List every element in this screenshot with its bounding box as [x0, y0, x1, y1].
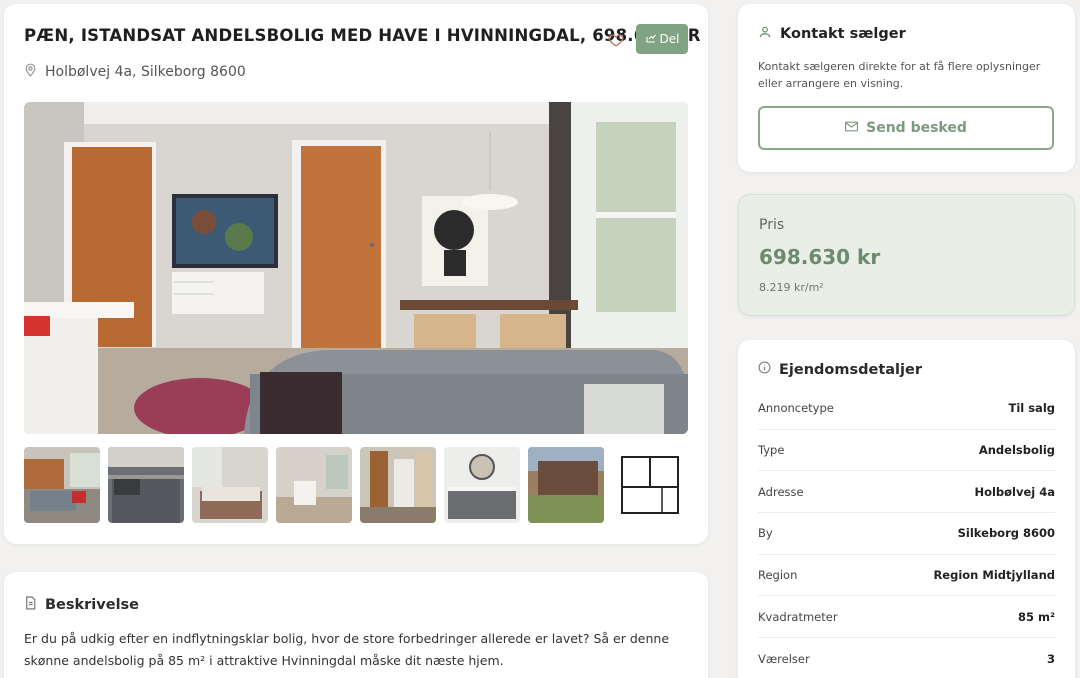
info-icon [758, 361, 771, 378]
detail-value: Silkeborg 8600 [957, 526, 1055, 541]
detail-row-rooms: Værelser 3 [758, 638, 1055, 678]
detail-value: Andelsbolig [978, 443, 1055, 458]
thumbnail-bedroom[interactable] [192, 447, 268, 523]
listing-card: PÆN, ISTANDSAT ANDELSBOLIG MED HAVE I HV… [4, 4, 708, 544]
thumbnail-kitchen[interactable] [108, 447, 184, 523]
detail-row-address: Adresse Holbølvej 4a [758, 471, 1055, 514]
thumbnail-garden[interactable] [528, 447, 604, 523]
description-text: Er du på udkig efter en indflytningsklar… [24, 631, 670, 668]
description-title: Beskrivelse [45, 597, 140, 613]
thumbnail-room[interactable] [276, 447, 352, 523]
detail-row-city: By Silkeborg 8600 [758, 513, 1055, 555]
price-value: 698.630 kr [759, 245, 881, 269]
thumbnail-bathroom[interactable] [444, 447, 520, 523]
detail-key: Region [758, 568, 798, 583]
send-message-label: Send besked [866, 120, 967, 136]
contact-heading: Kontakt sælger [758, 25, 906, 43]
thumbnail-living-room[interactable] [24, 447, 100, 523]
location-pin-icon [24, 62, 37, 81]
price-card: Pris 698.630 kr 8.219 kr/m² [738, 194, 1075, 316]
detail-key: Adresse [758, 484, 804, 499]
detail-key: Kvadratmeter [758, 609, 838, 624]
detail-value: Region Midtjylland [933, 568, 1055, 583]
detail-row-region: Region Region Midtjylland [758, 555, 1055, 597]
main-photo[interactable] [24, 102, 688, 434]
document-icon [24, 596, 37, 614]
price-label: Pris [759, 217, 785, 233]
details-title: Ejendomsdetaljer [779, 361, 922, 378]
property-details-card: Ejendomsdetaljer Annoncetype Til salg Ty… [738, 340, 1075, 678]
share-icon [645, 32, 657, 47]
detail-key: Værelser [758, 651, 810, 666]
detail-key: By [758, 526, 773, 541]
detail-value: 3 [1046, 651, 1055, 666]
thumbnail-strip [24, 447, 688, 523]
contact-title: Kontakt sælger [780, 26, 906, 42]
detail-value: Til salg [1008, 401, 1055, 416]
address-text: Holbølvej 4a, Silkeborg 8600 [45, 63, 246, 80]
detail-key: Annoncetype [758, 401, 834, 416]
details-heading: Ejendomsdetaljer [758, 361, 922, 378]
user-icon [758, 25, 772, 43]
contact-description: Kontakt sælgeren direkte for at få flere… [758, 60, 1041, 90]
details-list: Annoncetype Til salg Type Andelsbolig Ad… [758, 388, 1055, 678]
share-button[interactable]: Del [636, 24, 688, 54]
contact-card: Kontakt sælger Kontakt sælgeren direkte … [738, 4, 1075, 172]
description-heading: Beskrivelse [24, 596, 139, 614]
detail-value: 85 m² [1017, 609, 1055, 624]
listing-address: Holbølvej 4a, Silkeborg 8600 [24, 62, 246, 81]
detail-key: Type [758, 443, 785, 458]
description-card: Beskrivelse Er du på udkig efter en indf… [4, 572, 708, 678]
detail-row-area: Kvadratmeter 85 m² [758, 596, 1055, 639]
detail-value: Holbølvej 4a [974, 484, 1055, 499]
detail-row-type: Type Andelsbolig [758, 430, 1055, 472]
price-per-sqm: 8.219 kr/m² [759, 281, 824, 294]
detail-row-listing-type: Annoncetype Til salg [758, 388, 1055, 430]
send-message-button[interactable]: Send besked [758, 106, 1054, 150]
thumbnail-hallway[interactable] [360, 447, 436, 523]
listing-title: PÆN, ISTANDSAT ANDELSBOLIG MED HAVE I HV… [24, 26, 701, 45]
heart-icon[interactable] [608, 32, 624, 48]
mail-icon [845, 120, 859, 136]
thumbnail-floorplan[interactable] [612, 447, 688, 523]
share-label: Del [659, 32, 680, 46]
